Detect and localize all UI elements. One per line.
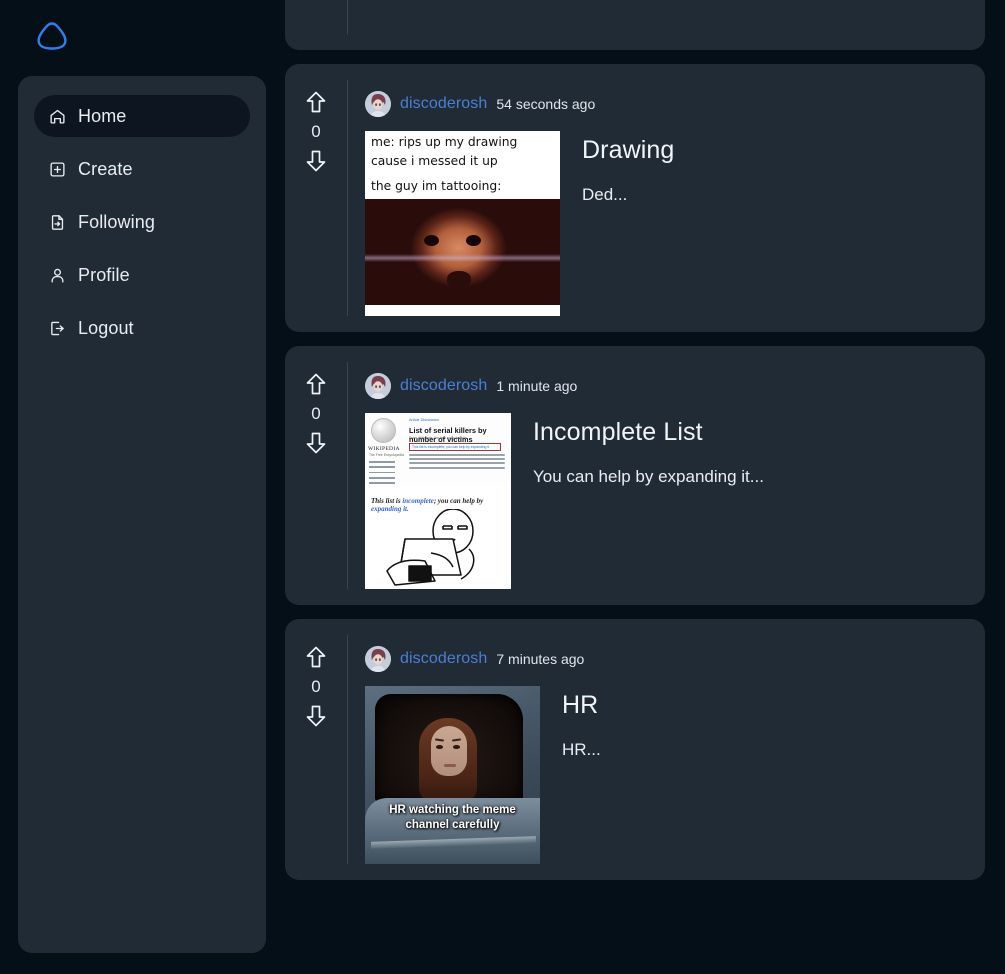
file-arrow-icon [48,213,66,231]
post-card[interactable]: 0 discoderosh [285,346,985,605]
plus-square-icon [48,160,66,178]
post-thumbnail[interactable]: WIKIPEDIA The Free Encyclopedia Article … [365,413,511,589]
sidebar-item-following[interactable]: Following [34,201,250,243]
wikipedia-globe-icon [371,418,396,443]
wikipedia-tabs: Article Discussion [409,418,439,422]
sidebar-item-logout[interactable]: Logout [34,307,250,349]
sidebar-item-create[interactable]: Create [34,148,250,190]
post-card[interactable]: 0 discoderosh [285,64,985,332]
italic-part-2: incomplete [402,497,434,505]
sidebar-item-label: Following [78,213,155,231]
wikipedia-incomplete-notice: This list is incomplete; you can help by… [409,443,501,451]
post-title[interactable]: Drawing [582,137,674,165]
person-icon [48,266,66,284]
meme-caption-line-3: the guy im tattooing: [365,169,560,194]
italic-part-1: This list is [371,497,402,505]
wikipedia-notice-text: This list is incomplete; you can help by… [410,444,500,449]
post-author-link[interactable]: discoderosh [400,95,487,113]
sidebar-item-home[interactable]: Home [34,95,250,137]
italic-part-3: ; you can help by [434,497,483,505]
sidebar-item-profile[interactable]: Profile [34,254,250,296]
wikipedia-meme-image: WIKIPEDIA The Free Encyclopedia Article … [365,413,511,589]
post-author-link[interactable]: discoderosh [400,377,487,395]
post-thumbnail[interactable]: HR watching the meme channel carefully [365,686,540,864]
vote-column: 0 [285,362,347,589]
post-feed: 0 discoderosh [285,0,985,974]
sidebar: Home Create Following Profile [18,76,266,953]
post-timestamp: 54 seconds ago [496,96,595,112]
downvote-arrow-icon[interactable] [305,149,327,173]
home-icon [48,107,66,125]
avatar[interactable] [365,373,391,399]
vote-score: 0 [311,678,320,695]
post-header: discoderosh 54 seconds ago [365,90,985,118]
meme-caption-line-2: cause i messed it up [365,150,560,169]
stick-figure-drawing [365,509,511,589]
wikipedia-body-text [409,454,505,471]
post-header: discoderosh 1 minute ago [365,372,985,400]
wikipedia-screenshot: WIKIPEDIA The Free Encyclopedia Article … [365,413,511,485]
post-header: discoderosh 7 minutes ago [365,645,985,673]
skull-meme-image: me: rips up my drawing cause i messed it… [365,131,560,316]
vote-score: 0 [311,405,320,422]
skull-photo [365,199,560,305]
post-content: discoderosh 54 seconds ago me: rips up m… [347,80,985,316]
sidebar-item-label: Home [78,107,126,125]
logout-icon [48,319,66,337]
post-excerpt: You can help by expanding it... [533,467,764,487]
post-excerpt: HR... [562,740,601,760]
upvote-arrow-icon[interactable] [305,372,327,396]
rounded-triangle-logo-icon[interactable] [31,17,73,59]
vote-column [285,0,347,34]
post-content: discoderosh 1 minute ago WIKIPEDIA The F… [347,362,985,589]
wikipedia-article-title: List of serial killers by number of vict… [409,426,511,444]
post-content: discoderosh 7 minutes ago [347,635,985,864]
wikipedia-sidebar-links [369,461,395,487]
meme-caption-line-1: me: rips up my drawing [365,131,560,150]
post-title[interactable]: HR [562,692,601,720]
upvote-arrow-icon[interactable] [305,90,327,114]
post-timestamp: 7 minutes ago [496,651,584,667]
sidebar-item-label: Create [78,160,133,178]
post-timestamp: 1 minute ago [496,378,577,394]
post-thumbnail[interactable]: me: rips up my drawing cause i messed it… [365,131,560,316]
post-author-link[interactable]: discoderosh [400,650,487,668]
upvote-arrow-icon[interactable] [305,645,327,669]
meme-caption-line-2: channel carefully [406,819,500,831]
wikipedia-tagline: The Free Encyclopedia [369,453,404,457]
sidebar-item-label: Profile [78,266,130,284]
post-text-block: Incomplete List You can help by expandin… [511,413,764,589]
meme-caption: HR watching the meme channel carefully [365,803,540,832]
avatar[interactable] [365,646,391,672]
sidebar-item-label: Logout [78,319,134,337]
vote-column: 0 [285,80,347,316]
post-title[interactable]: Incomplete List [533,419,764,447]
meme-caption-line-1: HR watching the meme [389,804,516,816]
post-card[interactable]: 0 discoderosh [285,619,985,880]
post-text-block: HR HR... [540,686,601,864]
post-excerpt: Ded... [582,185,674,205]
post-card[interactable] [285,0,985,50]
hr-meme-image: HR watching the meme channel carefully [365,686,540,864]
post-content [347,0,985,34]
vote-column: 0 [285,635,347,864]
avatar[interactable] [365,91,391,117]
post-text-block: Drawing Ded... [560,131,674,316]
wikipedia-article-subtitle: From Wikipedia, the free encyclopedia [409,436,467,440]
vote-score: 0 [311,123,320,140]
downvote-arrow-icon[interactable] [305,704,327,728]
downvote-arrow-icon[interactable] [305,431,327,455]
wikipedia-wordmark: WIKIPEDIA [368,446,400,452]
